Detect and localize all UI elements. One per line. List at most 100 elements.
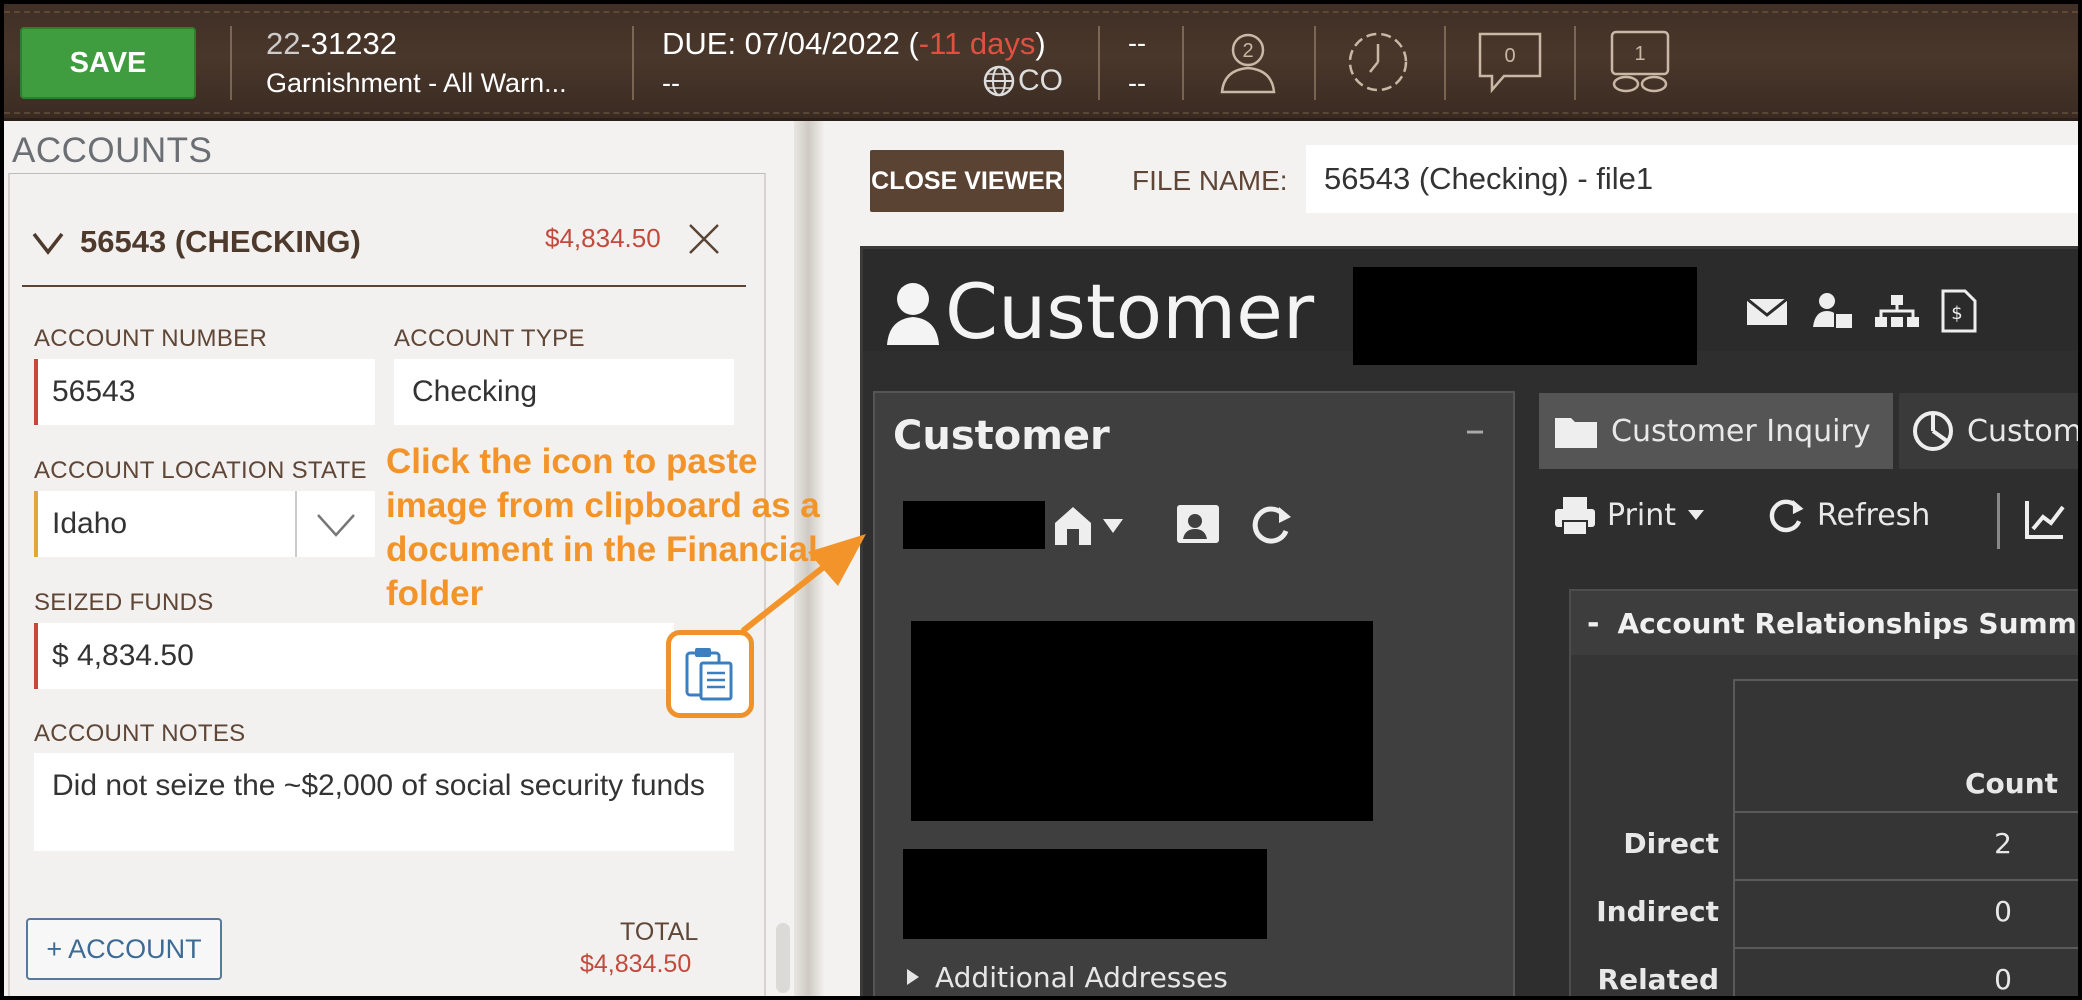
table-row-label: Related [1597,963,1719,996]
due-date: DUE: 07/04/2022 (-11 days) [662,26,1046,62]
accounts-title: ACCOUNTS [12,131,213,170]
close-viewer-button[interactable]: CLOSE VIEWER [870,150,1064,212]
messages-count: 0 [1504,45,1515,67]
toolbar-divider [1997,493,2000,549]
case-type: Garnishment - All Warn... [266,68,567,98]
account-type-field[interactable]: Checking [394,359,734,425]
caret-down-icon [1688,510,1705,520]
account-notes-field[interactable]: Did not seize the ~$2,000 of social secu… [34,753,734,851]
add-account-button[interactable]: + ACCOUNT [26,918,222,980]
table-row-label: Indirect [1596,895,1719,928]
divider [1574,26,1576,100]
case-number-prefix: 22 [266,26,301,61]
due-date-close: ) [1035,26,1046,61]
clipboard-icon [685,648,733,701]
count-column-header: Count [1965,767,2059,800]
table-row-label: Direct [1623,827,1719,860]
document-dollar-icon: $ [1941,289,1977,333]
case-number: 22-31232 [266,26,397,62]
due-sub-value: -- [662,68,680,98]
people-button[interactable]: 2 [1212,26,1284,98]
table-rule [1733,811,2078,813]
table-rule [1733,879,2078,881]
messages-button[interactable]: 0 [1474,26,1546,98]
svg-text:$: $ [1951,303,1962,324]
contact-card-icon [1177,505,1219,543]
refresh-icon [1769,499,1804,533]
total-value: $4,834.50 [580,950,692,978]
house-dropdown-icon [1055,507,1123,545]
pie-icon [1913,411,1953,451]
account-location-state-value: Idaho [52,507,128,540]
account-name: 56543 (CHECKING) [80,224,361,259]
save-button[interactable]: SAVE [20,27,196,99]
redaction [1353,267,1697,365]
additional-addresses-link: Additional Addresses [935,961,1228,994]
seized-funds-field[interactable]: $ 4,834.50 [34,623,674,689]
account-number-field[interactable]: 56543 [34,359,375,425]
redaction [903,501,1045,549]
file-name-input[interactable]: 56543 (Checking) - file1 [1306,145,2078,213]
account-header-toggle[interactable]: 56543 (CHECKING) [30,217,361,267]
refresh-icon [1252,506,1291,544]
envelope-icon [1746,297,1788,325]
collapse-icon: - [1587,605,1600,641]
table-row-count: 2 [1994,827,2012,860]
select-dropdown[interactable] [295,491,375,557]
close-icon[interactable] [684,219,724,259]
caret-right-icon [907,969,919,985]
due-days-overdue: -11 days [918,26,1036,61]
refresh-tool: Refresh [1763,493,1930,537]
person-icon: 2 [1220,33,1276,94]
clock-icon [1348,32,1408,92]
folder-icon [1555,418,1597,448]
account-notes-label: ACCOUNT NOTES [34,720,246,747]
customer-panel: Customer – Additional Addresses [873,391,1515,996]
account-divider [22,285,746,287]
collapse-icon: – [1465,407,1485,453]
document-image: Customer $ Customer – Additional Address… [860,246,2078,996]
chevron-down-icon [317,514,355,537]
tab-customer-other-label: Custom [1967,413,2078,449]
account-amount: $4,834.50 [545,223,661,253]
annotation-callout: Click the icon to paste image from clipb… [386,442,820,613]
divider [632,26,634,100]
account-location-state-select[interactable]: Idaho [34,491,375,557]
field-a-value: -- [1128,28,1146,58]
divider [230,26,232,100]
divider [1444,26,1446,100]
account-number-label: ACCOUNT NUMBER [34,325,268,352]
print-tool: Print [1553,493,1706,537]
table-row-count: 0 [1994,963,2012,996]
summary-title: Account Relationships Summa [1617,606,2078,640]
paste-from-clipboard-button[interactable] [666,630,754,718]
divider [1182,26,1184,100]
globe-icon [983,65,1015,97]
redaction [903,849,1267,939]
redaction [911,621,1373,821]
document-viewer: CLOSE VIEWER FILE NAME: 56543 (Checking)… [826,121,2078,996]
summary-header: - Account Relationships Summa [1571,591,2078,655]
scrollbar[interactable] [776,923,790,993]
field-b-value: -- [1128,68,1146,98]
app-window: SAVE 22-31232 Garnishment - All Warn... … [4,4,2078,996]
file-name-label: FILE NAME: [1132,165,1288,196]
tab-customer-inquiry-label: Customer Inquiry [1611,413,1871,449]
tab-customer-inquiry: Customer Inquiry [1539,393,1893,469]
table-rule [1733,947,2078,949]
hierarchy-icon [1875,295,1919,327]
state-code: CO [1018,64,1063,97]
top-bar: SAVE 22-31232 Garnishment - All Warn... … [4,4,2078,121]
stitch-decoration [4,11,2078,13]
linked-cases-button[interactable]: 1 [1604,26,1676,98]
linked-count: 1 [1634,43,1645,65]
divider [1314,26,1316,100]
printer-icon [1555,497,1595,536]
refresh-label: Refresh [1817,497,1931,533]
user-card-icon [1813,293,1854,330]
due-date-text: DUE: 07/04/2022 ( [662,26,919,61]
table-rule [1733,679,2078,681]
total-label: TOTAL [620,918,699,946]
account-location-state-label: ACCOUNT LOCATION STATE [34,457,367,484]
history-button[interactable] [1342,26,1414,98]
